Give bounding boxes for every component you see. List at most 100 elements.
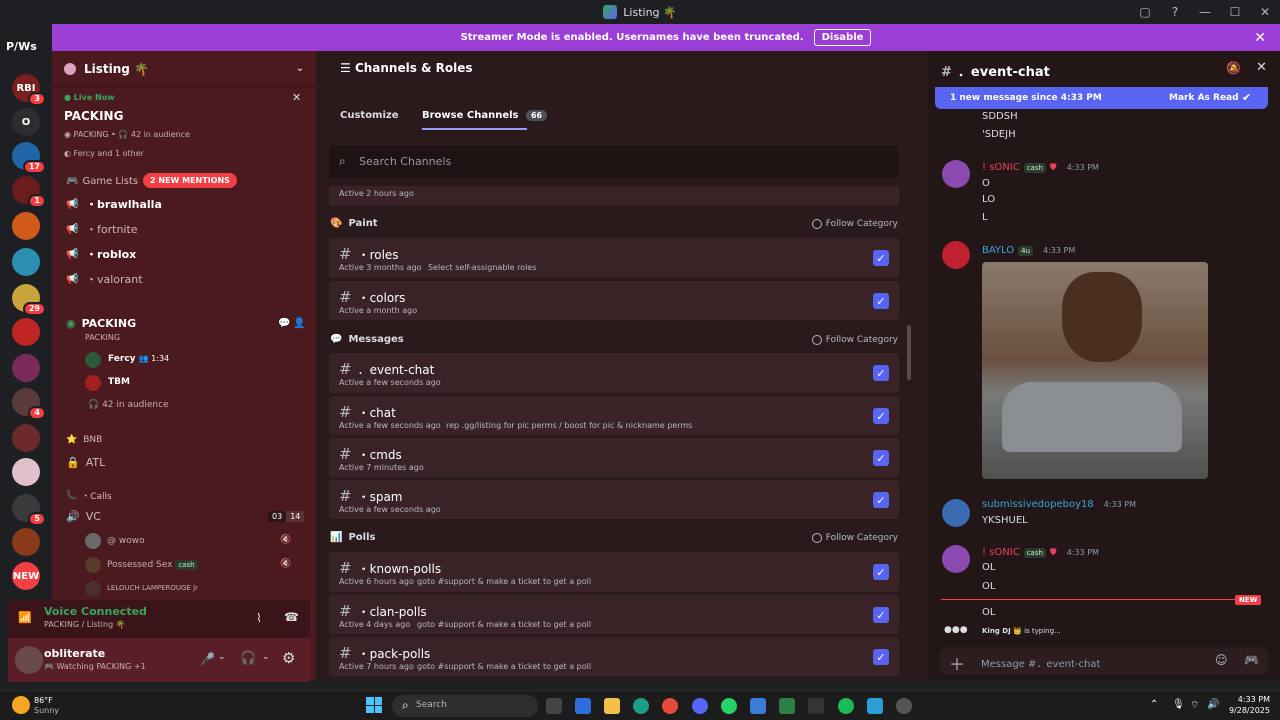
channel-checkbox[interactable]: ✓ (873, 492, 889, 508)
follow-category-toggle[interactable]: Follow Category (811, 218, 898, 229)
channel-checkbox[interactable]: ✓ (873, 408, 889, 424)
new-mentions-badge[interactable]: 2 NEW MENTIONS (143, 173, 237, 188)
help-icon[interactable]: ? (1160, 5, 1190, 19)
close-banner-icon[interactable]: ✕ (1254, 30, 1266, 46)
photos-icon[interactable] (750, 698, 766, 714)
add-attachment-icon[interactable]: ＋ (949, 651, 965, 675)
new-messages-bar[interactable]: 1 new message since 4:33 PM Mark As Read… (935, 87, 1268, 109)
close-button[interactable]: ✕ (1250, 5, 1280, 19)
scrollbar[interactable] (907, 325, 911, 380)
channel-checkbox[interactable]: ✓ (873, 365, 889, 381)
channel-row[interactable]: # ・clan-polls Active 4 days ago goto #suppo… (329, 594, 899, 634)
terminal-icon[interactable] (808, 698, 824, 714)
server-icon[interactable] (12, 424, 40, 452)
message-image[interactable] (982, 262, 1208, 479)
server-icon[interactable]: 17 (12, 142, 46, 174)
add-user-icon[interactable]: 👤 (293, 318, 305, 329)
store-icon[interactable] (575, 698, 591, 714)
server-icon[interactable] (12, 248, 40, 276)
gamepad-icon[interactable]: 🎮 (1244, 653, 1259, 667)
channel-checkbox[interactable]: ✓ (873, 607, 889, 623)
search-channels-input[interactable]: ⌕ Search Channels (329, 146, 898, 178)
wifi-icon[interactable]: ⌔ (1190, 699, 1199, 712)
chevron-down-icon[interactable]: ⌄ (262, 652, 270, 662)
channel-row[interactable]: # ・colors Active a month ago ✓ (329, 280, 899, 320)
message-author[interactable]: ! sONIC cash ⛊ 4:33 PM (982, 547, 1099, 558)
voice-status[interactable]: Voice Connected (44, 605, 147, 618)
volume-icon[interactable]: 🔊 (1207, 699, 1219, 710)
signal-icon[interactable]: 📶 (18, 611, 32, 624)
channel-row[interactable]: # ・pack-polls Active 7 hours ago goto #supp… (329, 636, 899, 676)
taskbar-search[interactable]: ⌕ Search (392, 695, 538, 717)
minimize-button[interactable]: — (1190, 5, 1220, 19)
sidebar-channel[interactable]: 📢 ・roblox (66, 246, 136, 262)
whatsapp-icon[interactable] (721, 698, 737, 714)
vc-user[interactable]: @ wowo (107, 536, 145, 546)
message-input[interactable]: ＋ Message #．event-chat ☺ 🎮 (940, 647, 1268, 675)
mute-icon[interactable]: 🔕 (1226, 61, 1241, 75)
channel-atl[interactable]: 🔒 ATL (66, 456, 105, 469)
stage-user-fercy[interactable]: Fercy 👥 1:34 (108, 354, 169, 364)
mark-as-read-button[interactable]: Mark As Read (1169, 93, 1239, 103)
voice-channel-vc[interactable]: 🔊 VC (66, 510, 101, 523)
message-author[interactable]: ! sONIC cash ⛊ 4:33 PM (982, 162, 1099, 173)
stage-channel[interactable]: ◉ PACKING (66, 317, 136, 330)
task-view-icon[interactable] (546, 698, 562, 714)
spotify-icon[interactable] (838, 698, 854, 714)
server-icon[interactable] (12, 354, 40, 382)
weather-icon[interactable] (12, 696, 30, 714)
tab-browse-channels[interactable]: Browse Channels 66 (422, 110, 548, 121)
chevron-up-icon[interactable]: ⌃ (1150, 699, 1158, 710)
channel-checkbox[interactable]: ✓ (873, 293, 889, 309)
channel-checkbox[interactable]: ✓ (873, 250, 889, 266)
server-icon[interactable] (12, 458, 40, 486)
category-calls[interactable]: 📞 ・Calls (66, 489, 112, 503)
mic-muted-icon[interactable]: 🎤 (200, 652, 215, 666)
message-author[interactable]: BAYLO 4u 4:33 PM (982, 245, 1075, 256)
avatar[interactable] (942, 499, 970, 527)
gear-icon[interactable]: ⚙ (282, 649, 295, 667)
avatar[interactable] (942, 160, 970, 188)
vc-user[interactable]: Possessed Sex cash (107, 560, 198, 570)
username[interactable]: obliterate (44, 647, 105, 660)
server-icon[interactable]: NEW (12, 562, 40, 590)
maximize-button[interactable]: ☐ (1220, 5, 1250, 19)
headphones-icon[interactable]: 🎧 (240, 651, 256, 666)
channel-row[interactable]: # ・known-polls Active 6 hours ago goto #sup… (329, 552, 899, 592)
clock-date[interactable]: 9/28/2025 (1222, 706, 1270, 715)
channel-checkbox[interactable]: ✓ (873, 450, 889, 466)
app-icon[interactable] (867, 698, 883, 714)
follow-category-toggle[interactable]: Follow Category (811, 334, 898, 345)
disable-streamer-button[interactable]: Disable (813, 29, 872, 46)
channel-checkbox[interactable]: ✓ (873, 649, 889, 665)
edge-icon[interactable] (633, 698, 649, 714)
disconnect-icon[interactable]: ☎ (284, 610, 299, 624)
stage-user-tbm[interactable]: TBM (108, 377, 130, 387)
channel-checkbox[interactable]: ✓ (873, 564, 889, 580)
server-icon[interactable]: RBI 3 (12, 74, 46, 106)
file-explorer-icon[interactable] (604, 698, 620, 714)
emoji-icon[interactable]: ☺ (1215, 653, 1228, 667)
server-icon[interactable]: 5 (12, 494, 46, 526)
avatar[interactable] (942, 241, 970, 269)
noise-suppression-icon[interactable]: ⌇ (256, 611, 262, 625)
channel-row[interactable]: # ・cmds Active 7 minutes ago ✓ (329, 437, 899, 477)
server-icon[interactable] (12, 318, 40, 346)
channel-row-partial[interactable]: Active 2 hours ago (329, 186, 899, 206)
tab-customize[interactable]: Customize (340, 110, 399, 121)
sidebar-channel[interactable]: 📢 ・brawlhalla (66, 196, 162, 212)
message-author[interactable]: submissivedopeboy18 4:33 PM (982, 499, 1136, 510)
discord-icon[interactable] (692, 698, 708, 714)
sidebar-channel[interactable]: 📢 ・fortnite (66, 221, 138, 237)
server-icon[interactable] (12, 212, 40, 240)
server-icon[interactable]: O (12, 108, 40, 136)
clock-time[interactable]: 4:33 PM (1230, 695, 1270, 704)
chrome-icon[interactable] (662, 698, 678, 714)
chevron-down-icon[interactable]: ⌄ (296, 63, 304, 74)
close-icon[interactable]: ✕ (1256, 60, 1267, 75)
server-icon[interactable]: 1 (12, 176, 46, 208)
channel-row[interactable]: # ・chat Active a few seconds ago rep .gg/li… (329, 395, 899, 435)
channel-row[interactable]: # ・spam Active a few seconds ago ✓ (329, 479, 899, 519)
category-bnb[interactable]: ⭐ BNB (66, 435, 102, 445)
mic-icon[interactable]: 🎙 (1172, 699, 1185, 710)
